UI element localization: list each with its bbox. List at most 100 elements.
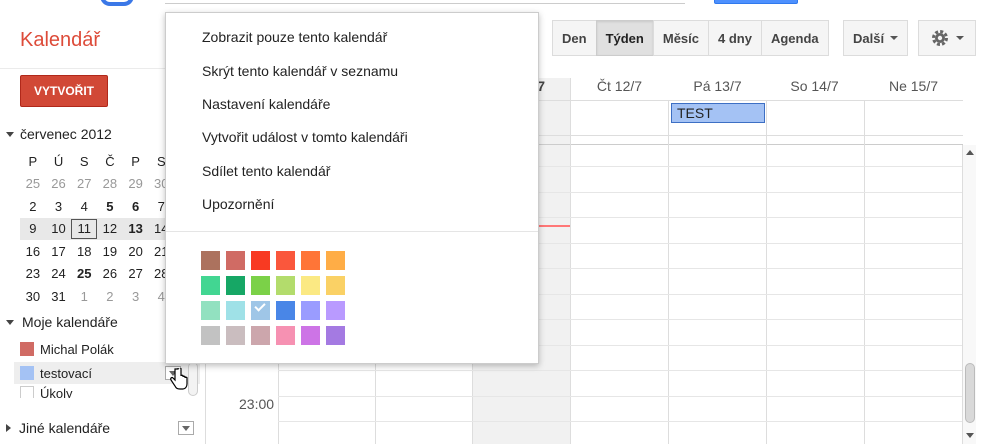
event-chip[interactable]: TEST <box>671 103 765 123</box>
collapse-triangle-icon <box>6 319 14 325</box>
mini-day[interactable]: 25 <box>71 266 97 281</box>
scroll-up-icon[interactable] <box>966 150 974 155</box>
hour-line <box>278 421 963 422</box>
mini-day-today[interactable]: 11 <box>71 218 98 239</box>
calendar-name: Úkoly <box>40 386 73 398</box>
color-swatch[interactable] <box>226 326 245 345</box>
color-swatch[interactable] <box>301 326 320 345</box>
color-swatch[interactable] <box>251 326 270 345</box>
calendar-name: testovací <box>40 365 93 381</box>
menu-item-create-event[interactable]: Vytvořit událost v tomto kalendáři <box>202 129 408 145</box>
search-box-fragment[interactable] <box>165 0 685 4</box>
weekday-header: P <box>131 153 140 169</box>
color-swatch[interactable] <box>326 276 345 295</box>
color-swatch[interactable] <box>201 276 220 295</box>
mini-day[interactable]: 13 <box>123 221 149 236</box>
mini-day[interactable]: 26 <box>46 176 72 191</box>
mini-day[interactable]: 23 <box>20 266 46 281</box>
color-swatch[interactable] <box>326 251 345 270</box>
mini-day[interactable]: 27 <box>123 266 149 281</box>
more-label: Další <box>853 30 885 46</box>
search-button-fragment[interactable] <box>714 0 798 4</box>
day-header[interactable]: So 14/7 <box>766 78 863 94</box>
my-calendars-header[interactable]: Moje kalendáře <box>6 314 118 330</box>
color-swatch[interactable] <box>226 301 245 320</box>
menu-item-notifications[interactable]: Upozornění <box>202 196 274 212</box>
mini-calendar: P Ú S Č P S 25 26 27 28 29 30 2 3 4 5 6 … <box>20 150 175 308</box>
mini-day[interactable]: 28 <box>97 176 123 191</box>
palette-row <box>201 326 345 345</box>
settings-button[interactable] <box>918 20 976 56</box>
scroll-down-icon[interactable] <box>966 433 974 438</box>
palette-row <box>201 251 345 270</box>
mini-day[interactable]: 19 <box>97 244 123 259</box>
menu-item-hide-in-list[interactable]: Skrýt tento kalendář v seznamu <box>202 63 398 79</box>
collapse-triangle-icon <box>6 131 14 137</box>
color-swatch[interactable] <box>326 326 345 345</box>
mini-day[interactable]: 24 <box>46 266 72 281</box>
mini-day[interactable]: 10 <box>46 221 72 236</box>
color-swatch[interactable] <box>276 251 295 270</box>
mini-day[interactable]: 17 <box>46 244 72 259</box>
day-header[interactable]: Ne 15/7 <box>865 78 962 94</box>
hand-cursor-icon <box>170 368 188 390</box>
view-agenda-button[interactable]: Agenda <box>760 20 829 56</box>
mini-calendar-week: 23 24 25 26 27 28 <box>20 263 174 286</box>
color-swatch[interactable] <box>226 276 245 295</box>
color-swatch[interactable] <box>301 301 320 320</box>
mini-day[interactable]: 26 <box>97 266 123 281</box>
mini-day[interactable]: 25 <box>20 176 46 191</box>
color-swatch[interactable] <box>276 326 295 345</box>
mini-day[interactable]: 1 <box>71 289 97 304</box>
color-swatch[interactable] <box>251 251 270 270</box>
other-calendars-label: Jiné kalendáře <box>19 420 111 436</box>
more-button[interactable]: Další <box>843 20 909 56</box>
mini-day[interactable]: 3 <box>46 199 72 214</box>
mini-day[interactable]: 3 <box>123 289 149 304</box>
mini-day[interactable]: 9 <box>20 221 46 236</box>
mini-day[interactable]: 18 <box>71 244 97 259</box>
mini-day[interactable]: 29 <box>123 176 149 191</box>
color-swatch[interactable] <box>301 276 320 295</box>
mini-day[interactable]: 12 <box>97 221 123 236</box>
view-day-button[interactable]: Den <box>552 20 597 56</box>
menu-item-calendar-settings[interactable]: Nastavení kalendáře <box>202 96 330 112</box>
sidebar-scrollbar[interactable] <box>188 362 198 396</box>
color-swatch[interactable] <box>301 251 320 270</box>
color-swatch[interactable] <box>201 326 220 345</box>
day-header[interactable]: Čt 12/7 <box>571 78 668 94</box>
other-calendars-header[interactable]: Jiné kalendáře <box>6 420 110 436</box>
mini-day[interactable]: 2 <box>20 199 46 214</box>
color-swatch[interactable] <box>201 301 220 320</box>
color-swatch-selected[interactable] <box>251 300 270 320</box>
mini-day[interactable]: 31 <box>46 289 72 304</box>
mini-day[interactable]: 4 <box>71 199 97 214</box>
mini-day[interactable]: 6 <box>123 199 149 214</box>
mini-day[interactable]: 16 <box>20 244 46 259</box>
mini-day[interactable]: 27 <box>71 176 97 191</box>
menu-item-show-only[interactable]: Zobrazit pouze tento kalendář <box>202 29 387 45</box>
scrollbar-thumb[interactable] <box>965 363 975 423</box>
color-swatch[interactable] <box>251 276 270 295</box>
view-month-button[interactable]: Měsíc <box>652 20 709 56</box>
hour-line <box>278 396 963 397</box>
color-swatch[interactable] <box>201 251 220 270</box>
mini-day[interactable]: 2 <box>97 289 123 304</box>
view-4days-button[interactable]: 4 dny <box>708 20 762 56</box>
google-logo <box>100 0 134 6</box>
grid-scrollbar[interactable] <box>962 145 976 444</box>
day-header[interactable]: Pá 13/7 <box>669 78 766 94</box>
mini-day[interactable]: 30 <box>20 289 46 304</box>
other-calendars-options-button[interactable] <box>178 421 194 435</box>
mini-day[interactable]: 20 <box>123 244 149 259</box>
menu-item-share-calendar[interactable]: Sdílet tento kalendář <box>202 163 330 179</box>
color-swatch[interactable] <box>276 301 295 320</box>
color-swatch[interactable] <box>276 276 295 295</box>
mini-calendar-header[interactable]: červenec 2012 <box>6 126 112 142</box>
column-divider <box>766 100 767 444</box>
create-button[interactable]: VYTVOŘIT <box>20 75 108 107</box>
mini-day[interactable]: 5 <box>97 199 123 214</box>
color-swatch[interactable] <box>226 251 245 270</box>
view-week-button[interactable]: Týden <box>595 20 654 56</box>
color-swatch[interactable] <box>326 301 345 320</box>
